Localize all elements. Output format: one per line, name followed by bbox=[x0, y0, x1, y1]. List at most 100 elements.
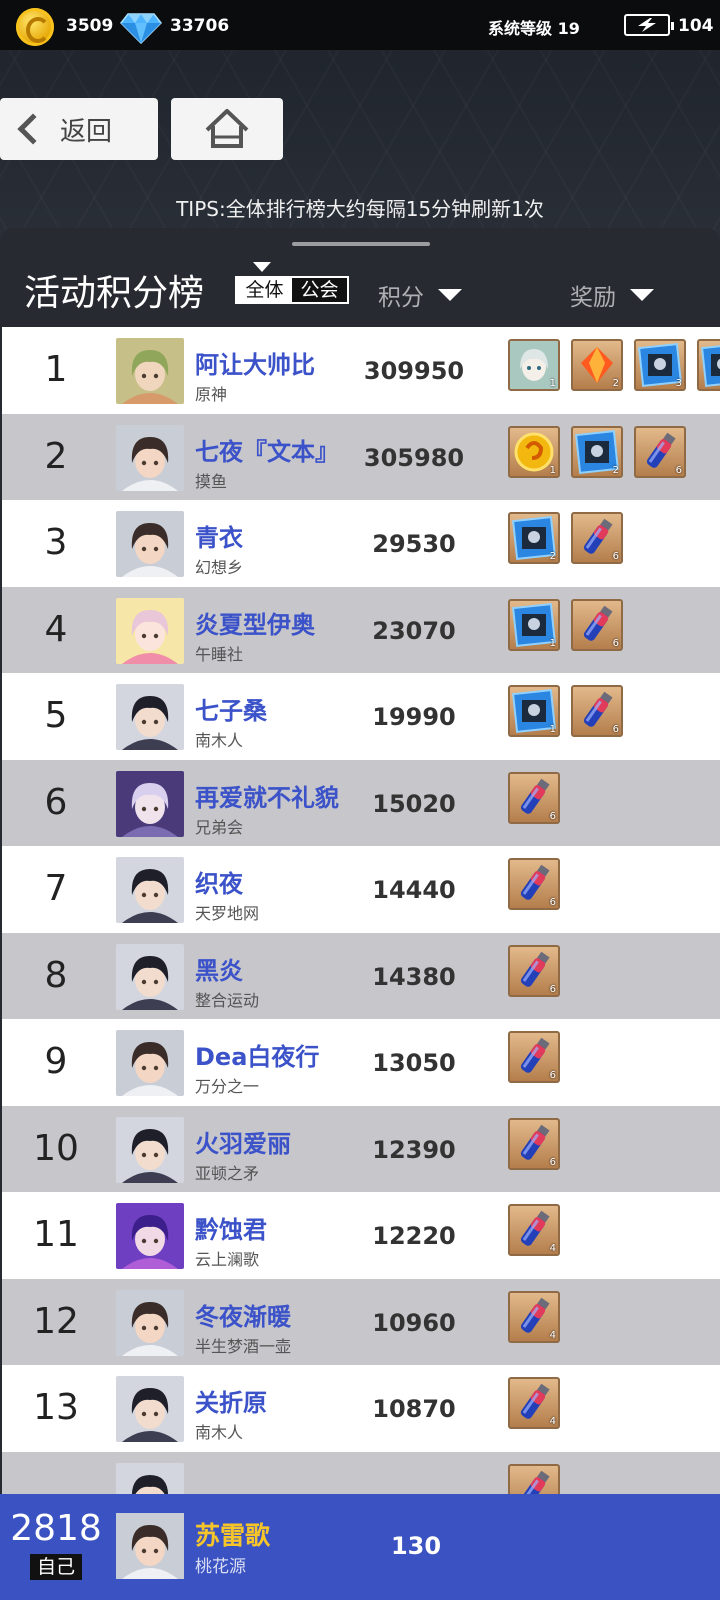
avatar[interactable] bbox=[116, 684, 184, 750]
player-name[interactable]: 阿让大帅比 bbox=[195, 345, 315, 380]
my-rank-bar: 2818 自己 苏雷歌 桃花源 130 bbox=[0, 1494, 720, 1600]
avatar[interactable] bbox=[116, 1289, 184, 1356]
self-badge: 自己 bbox=[30, 1554, 82, 1580]
caret-down-icon bbox=[438, 289, 462, 301]
player-name[interactable]: 关折原 bbox=[195, 1383, 267, 1418]
my-score: 130 bbox=[390, 1532, 442, 1560]
table-row[interactable]: 8 黑炎 整合运动 14380 6 bbox=[2, 932, 720, 1021]
player-name[interactable]: 青衣 bbox=[195, 518, 243, 553]
player-name[interactable]: 再爱就不礼貌 bbox=[195, 778, 339, 813]
reward-item[interactable]: 1 bbox=[508, 339, 560, 391]
reward-sort-header[interactable]: 奖励 bbox=[570, 278, 654, 312]
reward-item[interactable]: 2 bbox=[571, 339, 623, 391]
scope-toggle[interactable]: 全体 公会 bbox=[235, 276, 349, 304]
ranking-list[interactable]: 1 阿让大帅比 原神 309950 1 2 3 2 七夜『文本』 摸鱼 305980 1 2 6 3 青衣 幻想… bbox=[2, 327, 720, 1495]
avatar[interactable] bbox=[116, 1512, 184, 1580]
table-row[interactable]: 6 再爱就不礼貌 兄弟会 15020 6 bbox=[2, 759, 720, 848]
reward-item[interactable] bbox=[508, 1463, 560, 1495]
avatar[interactable] bbox=[116, 1462, 184, 1495]
rank-number: 1 bbox=[44, 349, 68, 390]
player-name[interactable]: 七子桑 bbox=[195, 691, 267, 726]
reward-item[interactable]: 6 bbox=[508, 858, 560, 910]
player-name[interactable]: 织夜 bbox=[195, 864, 243, 899]
reward-item[interactable]: 1 bbox=[508, 685, 560, 737]
avatar[interactable] bbox=[116, 943, 184, 1010]
table-row[interactable]: 4 炎夏型伊奥 午睡社 23070 1 6 bbox=[2, 586, 720, 675]
avatar[interactable] bbox=[116, 424, 184, 491]
back-button[interactable]: 返回 bbox=[0, 98, 158, 160]
avatar[interactable] bbox=[116, 1116, 184, 1183]
reward-item[interactable]: 2 bbox=[571, 425, 623, 478]
player-guild: 万分之一 bbox=[195, 1077, 260, 1096]
avatar[interactable] bbox=[116, 1203, 184, 1269]
reward-item[interactable]: 1 bbox=[508, 425, 560, 478]
reward-item[interactable]: 6 bbox=[634, 425, 686, 478]
player-score: 23070 bbox=[372, 616, 456, 645]
gem-count: 33706 bbox=[170, 16, 230, 36]
avatar[interactable] bbox=[116, 511, 184, 577]
avatar[interactable] bbox=[116, 597, 184, 664]
reward-item[interactable]: 6 bbox=[508, 1031, 560, 1083]
reward-item[interactable]: 6 bbox=[508, 1117, 560, 1170]
reward-count: 6 bbox=[549, 897, 556, 908]
reward-item[interactable]: 3 bbox=[634, 339, 686, 391]
reward-item[interactable]: 4 bbox=[508, 1377, 560, 1429]
scope-all-tab[interactable]: 全体 bbox=[237, 278, 292, 302]
avatar[interactable] bbox=[116, 857, 184, 923]
rank-number: 3 bbox=[44, 522, 68, 563]
scope-caret-icon bbox=[253, 262, 271, 272]
player-name[interactable]: 黔蚀君 bbox=[195, 1210, 267, 1245]
reward-item[interactable]: 1 bbox=[508, 598, 560, 651]
reward-item[interactable] bbox=[697, 339, 720, 391]
rank-number: 5 bbox=[44, 695, 68, 736]
player-score: 14440 bbox=[372, 876, 456, 904]
reward-count: 4 bbox=[549, 1329, 556, 1341]
player-name[interactable]: 冬夜渐暖 bbox=[195, 1297, 291, 1332]
player-name[interactable]: Dea白夜行 bbox=[195, 1037, 319, 1072]
reward-item[interactable]: 2 bbox=[508, 512, 560, 564]
reward-item[interactable]: 6 bbox=[571, 598, 623, 651]
reward-list: 6 bbox=[508, 858, 571, 914]
table-row[interactable]: 5 七子桑 南木人 19990 1 6 bbox=[2, 673, 720, 761]
reward-item[interactable]: 6 bbox=[508, 944, 560, 997]
rank-number: 13 bbox=[33, 1387, 79, 1428]
player-name[interactable]: 火羽爱丽 bbox=[195, 1124, 291, 1159]
table-row[interactable]: 13 关折原 南木人 10870 4 bbox=[2, 1365, 720, 1453]
reward-item[interactable]: 6 bbox=[508, 771, 560, 824]
reward-list: 16 bbox=[508, 598, 634, 655]
reward-item[interactable]: 4 bbox=[508, 1290, 560, 1343]
reward-count: 1 bbox=[549, 724, 556, 735]
table-row[interactable]: 3 青衣 幻想乡 29530 2 6 bbox=[2, 500, 720, 588]
player-score: 305980 bbox=[363, 443, 465, 472]
avatar[interactable] bbox=[116, 1376, 184, 1442]
score-sort-header[interactable]: 积分 bbox=[378, 278, 462, 312]
player-name[interactable]: 黑炎 bbox=[195, 951, 243, 986]
avatar[interactable] bbox=[116, 1030, 184, 1096]
table-row[interactable]: 11 黔蚀君 云上澜歌 12220 4 bbox=[2, 1192, 720, 1280]
table-row[interactable]: 12 冬夜渐暖 半生梦酒一壶 10960 4 bbox=[2, 1278, 720, 1367]
reward-list: 1 2 3 bbox=[508, 339, 720, 395]
player-name[interactable]: 炎夏型伊奥 bbox=[195, 605, 315, 640]
reward-item[interactable]: 6 bbox=[571, 512, 623, 564]
score-header-label: 积分 bbox=[378, 285, 424, 311]
table-row[interactable]: 2 七夜『文本』 摸鱼 305980 1 2 6 bbox=[2, 413, 720, 502]
table-row[interactable]: 1 阿让大帅比 原神 309950 1 2 3 bbox=[2, 327, 720, 415]
table-row[interactable] bbox=[2, 1451, 720, 1495]
reward-count: 2 bbox=[612, 378, 619, 389]
avatar[interactable] bbox=[116, 770, 184, 837]
player-guild: 云上澜歌 bbox=[195, 1250, 260, 1269]
scope-guild-tab[interactable]: 公会 bbox=[292, 278, 347, 302]
diamond-icon bbox=[120, 13, 162, 44]
reward-item[interactable]: 6 bbox=[571, 685, 623, 737]
back-label: 返回 bbox=[60, 116, 113, 147]
table-row[interactable]: 7 织夜 天罗地网 14440 6 bbox=[2, 846, 720, 934]
reward-item[interactable]: 4 bbox=[508, 1204, 560, 1256]
refresh-tips: TIPS:全体排行榜大约每隔15分钟刷新1次 bbox=[176, 197, 544, 221]
table-row[interactable]: 10 火羽爱丽 亚顿之矛 12390 6 bbox=[2, 1105, 720, 1194]
player-name[interactable]: 七夜『文本』 bbox=[195, 432, 339, 467]
panel-drag-handle[interactable] bbox=[292, 242, 430, 246]
home-button[interactable] bbox=[171, 98, 283, 160]
avatar[interactable] bbox=[116, 338, 184, 404]
reward-count: 3 bbox=[675, 378, 682, 389]
table-row[interactable]: 9 Dea白夜行 万分之一 13050 6 bbox=[2, 1019, 720, 1107]
